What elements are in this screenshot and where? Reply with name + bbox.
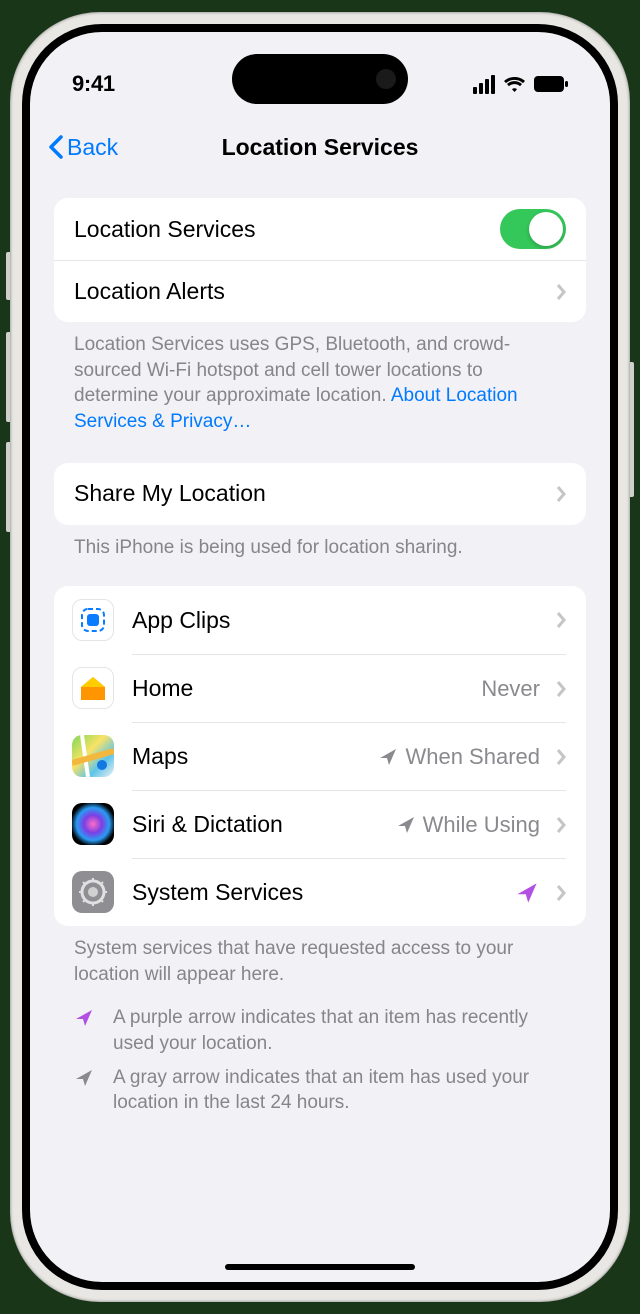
share-location-card: Share My Location — [54, 463, 586, 525]
app-status: When Shared — [405, 744, 540, 770]
siri-icon — [72, 803, 114, 845]
location-services-label: Location Services — [74, 216, 500, 243]
chevron-left-icon — [48, 135, 63, 159]
legend-purple: A purple arrow indicates that an item ha… — [54, 1001, 586, 1060]
wifi-icon — [503, 76, 526, 93]
app-row-maps[interactable]: Maps When Shared — [54, 722, 586, 790]
app-name: Siri & Dictation — [132, 811, 396, 838]
back-label: Back — [67, 134, 118, 161]
back-button[interactable]: Back — [48, 134, 118, 161]
share-my-location-label: Share My Location — [74, 480, 546, 507]
dynamic-island — [232, 54, 408, 104]
app-row-siri[interactable]: Siri & Dictation While Using — [54, 790, 586, 858]
share-footer: This iPhone is being used for location s… — [54, 525, 586, 561]
settings-icon — [72, 871, 114, 913]
maps-icon — [72, 735, 114, 777]
nav-bar: Back Location Services — [30, 116, 610, 178]
location-arrow-icon — [396, 815, 416, 835]
home-indicator[interactable] — [225, 1264, 415, 1270]
chevron-right-icon — [556, 283, 566, 301]
chevron-right-icon — [556, 816, 566, 834]
legend-gray: A gray arrow indicates that an item has … — [54, 1061, 586, 1120]
chevron-right-icon — [556, 748, 566, 766]
cellular-icon — [473, 75, 495, 94]
app-name: System Services — [132, 879, 515, 906]
app-row-system-services[interactable]: System Services — [54, 858, 586, 926]
apps-card: App Clips Home Never — [54, 586, 586, 926]
phone-frame: 9:41 Back Location Services — [10, 12, 630, 1302]
location-arrow-icon — [74, 1008, 94, 1028]
app-name: Maps — [132, 743, 378, 770]
system-services-footer: System services that have requested acce… — [54, 926, 586, 987]
app-status: Never — [481, 676, 540, 702]
app-row-home[interactable]: Home Never — [54, 654, 586, 722]
location-arrow-icon — [74, 1068, 94, 1088]
app-name: App Clips — [132, 607, 546, 634]
chevron-right-icon — [556, 485, 566, 503]
status-time: 9:41 — [72, 71, 192, 97]
location-alerts-label: Location Alerts — [74, 278, 546, 305]
app-row-appclips[interactable]: App Clips — [54, 586, 586, 654]
share-my-location-row[interactable]: Share My Location — [54, 463, 586, 525]
app-name: Home — [132, 675, 481, 702]
home-icon — [72, 667, 114, 709]
location-arrow-icon — [515, 881, 539, 905]
location-services-row[interactable]: Location Services — [54, 198, 586, 260]
location-services-card: Location Services Location Alerts — [54, 198, 586, 322]
location-arrow-icon — [378, 747, 398, 767]
privacy-description: Location Services uses GPS, Bluetooth, a… — [54, 322, 586, 435]
chevron-right-icon — [556, 680, 566, 698]
page-title: Location Services — [222, 134, 419, 161]
location-alerts-row[interactable]: Location Alerts — [54, 260, 586, 322]
app-status: While Using — [423, 812, 540, 838]
appclips-icon — [72, 599, 114, 641]
chevron-right-icon — [556, 611, 566, 629]
chevron-right-icon — [556, 884, 566, 902]
battery-icon — [534, 76, 568, 92]
location-services-toggle[interactable] — [500, 209, 566, 249]
